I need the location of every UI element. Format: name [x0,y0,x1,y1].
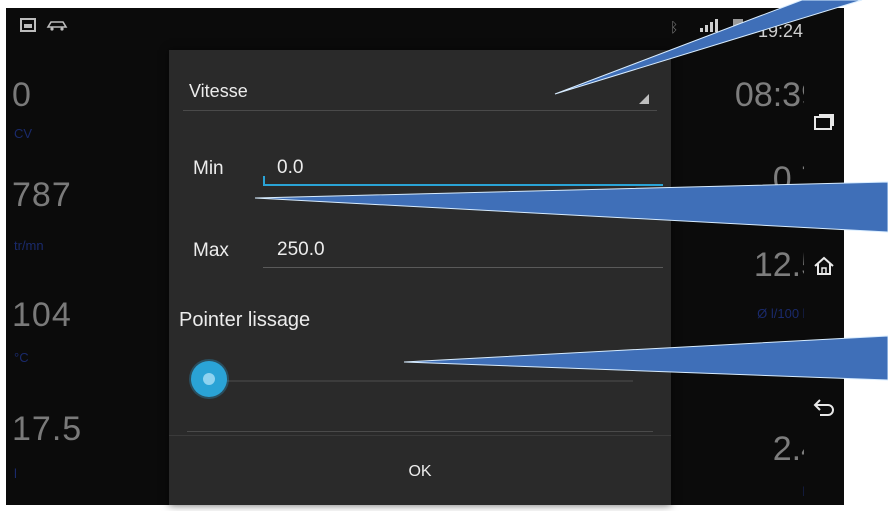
gauge-unit: tr/mn [14,238,44,253]
gauge-value: 0 [12,76,32,114]
status-time: 19:24 [758,21,804,41]
smoothing-slider-thumb[interactable] [191,361,227,397]
min-row: Min 0.0 [183,150,663,190]
car-icon [46,21,68,31]
gauge-value: 17.5 [12,410,83,448]
min-label: Min [193,158,224,179]
gauge-unit: l [14,466,17,481]
nav-bar [804,8,844,505]
gauge-settings-dialog: Vitesse Min 0.0 Max 250.0 Pointer lissag… [169,50,671,505]
max-label: Max [193,240,229,261]
gauge-type-spinner[interactable]: Vitesse [183,70,657,111]
gauge-value: 104 [12,296,72,334]
spinner-value: Vitesse [189,81,248,101]
status-bar: ᛒ 19:24 [6,8,844,48]
max-row: Max 250.0 [183,232,663,272]
max-input[interactable]: 250.0 [263,232,663,268]
bluetooth-icon: ᛒ [670,19,679,35]
recent-apps-icon[interactable] [810,108,838,136]
smoothing-label: Pointer lissage [179,309,311,331]
gauge-value: 787 [12,176,72,214]
ok-button[interactable]: OK [169,435,671,505]
gauge-unit: CV [14,126,33,141]
gauge-unit: °C [14,350,29,365]
min-input[interactable]: 0.0 [263,150,663,186]
home-icon[interactable] [810,252,838,280]
min-input-value: 0.0 [277,157,304,178]
smoothing-slider-track[interactable] [193,380,633,382]
max-input-value: 250.0 [277,239,325,260]
divider [187,431,653,432]
battery-icon [733,19,743,32]
signal-icon [700,19,718,32]
text-cursor [263,176,265,186]
back-icon[interactable] [810,392,838,420]
gallery-icon [20,18,36,32]
dropdown-arrow-icon [639,94,649,104]
